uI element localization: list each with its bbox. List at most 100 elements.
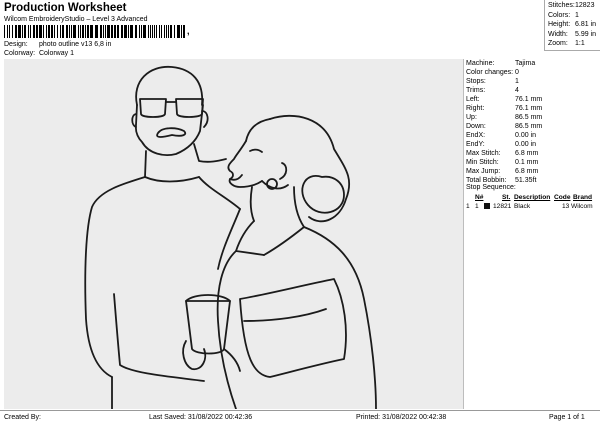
summary-value: 12823 [575,2,595,9]
barcode-bar [15,25,17,38]
detail-row: Trims: 4 [466,87,598,94]
page-number: Page 1 of 1 [549,414,585,421]
detail-label: EndY: [466,141,485,148]
detail-value: 4 [515,87,519,94]
woman-wrist [223,348,241,372]
barcode-bar [103,25,104,38]
summary-label: Colors: [548,11,571,19]
barcode-bar [22,25,23,38]
barcode-bar [111,25,113,38]
detail-value: 0 [515,69,519,76]
detail-label: Up: [466,114,477,121]
barcode [4,25,185,38]
barcode-bar [121,25,123,38]
detail-row: EndY: 0.00 in [466,141,598,148]
last-saved: Last Saved: 31/08/2022 00:42:36 [149,414,253,421]
barcode-bar [117,25,119,38]
summary-value: 5.99 in [575,30,597,38]
row-description: Black [514,203,531,210]
barcode-bar [18,25,21,38]
worksheet-title: Production Worksheet [4,2,127,14]
barcode-bar [152,25,153,38]
barcode-bar [148,25,149,38]
barcode-bar [71,25,72,38]
barcode-bar [24,25,26,38]
woman-neck-front [249,186,255,222]
design-label: Design: [4,41,28,48]
woman-hair-bun [301,175,345,214]
barcode-bar [9,25,10,38]
woman-hand [182,340,207,371]
col-description-header: Description [514,194,551,201]
barcode-bar [57,25,58,38]
design-value: photo outline v13 6,8 in [38,41,112,48]
barcode-bar [90,25,93,38]
cup-outline [185,300,231,355]
barcode-bar [154,25,155,38]
detail-value: 0.1 mm [515,159,539,166]
detail-label: Max Jump: [466,168,501,175]
detail-label: Stops: [466,78,486,85]
man-collar [144,176,200,183]
barcode-bar [105,25,106,38]
barcode-bar [78,25,79,38]
woman-collar-left [235,220,265,256]
barcode-bar [95,25,98,38]
barcode-bar [170,25,172,38]
detail-value: 6.8 mm [515,150,539,157]
detail-row: Max Stitch: 6.8 mm [466,150,598,157]
woman-collar-right [263,226,305,256]
detail-value: 76.1 mm [515,96,543,103]
detail-label: Down: [466,123,486,130]
detail-label: Min Stitch: [466,159,499,166]
embroidery-design-artwork [84,66,377,410]
detail-value: 51.35ft [515,177,537,184]
barcode-bar [181,25,182,38]
detail-value: 86.5 mm [515,123,543,130]
man-shoulder-left [84,176,146,378]
summary-row: Height: 6.81 in [548,21,600,28]
barcode-bar [174,25,175,38]
detail-value: 86.5 mm [515,114,543,121]
summary-value: 1:1 [575,40,585,47]
col-brand-header: Brand [573,194,593,201]
detail-label: Machine: [466,60,495,67]
stop-sequence-title: Stop Sequence: [466,184,516,191]
colorway-row: Colorway: Colorway 1 [4,50,74,57]
woman-forehead [245,118,271,142]
barcode-bar [183,25,185,38]
woman-shirt-right [303,226,377,410]
detail-value: Tajima [515,60,536,67]
summary-value: 1 [575,11,579,19]
detail-label: Right: [466,105,485,112]
detail-row: Max Jump: 6.8 mm [466,168,598,175]
barcode-bar [100,25,102,38]
summary-label: Width: [548,30,568,38]
barcode-bar [130,25,133,38]
barcode-bar [143,25,146,38]
barcode-bar [80,25,81,38]
woman-sleeve-fold [243,308,327,322]
col-code-header: Code [554,194,571,201]
barcode-bar [33,25,35,38]
barcode-bar [12,25,13,38]
man-face-outline [134,104,204,156]
detail-value: 6.8 mm [515,168,539,175]
row-brand: Wilcom [571,203,593,210]
barcode-bar [164,25,165,38]
row-code: 13 [562,203,570,210]
barcode-bar [39,25,42,38]
detail-label: EndX: [466,132,486,139]
summary-value: 6.81 in [575,21,597,28]
detail-label: Max Stitch: [466,150,501,157]
barcode-bar [28,25,29,38]
created-by: Created By: [4,414,41,421]
barcode-bar [87,25,89,38]
barcode-bar [66,25,68,38]
barcode-bar [82,25,84,38]
barcode-bar [51,25,53,38]
woman-eye [249,148,263,153]
design-preview-canvas [4,59,464,410]
barcode-bar [62,25,64,38]
detail-value: 0.00 in [515,141,537,148]
